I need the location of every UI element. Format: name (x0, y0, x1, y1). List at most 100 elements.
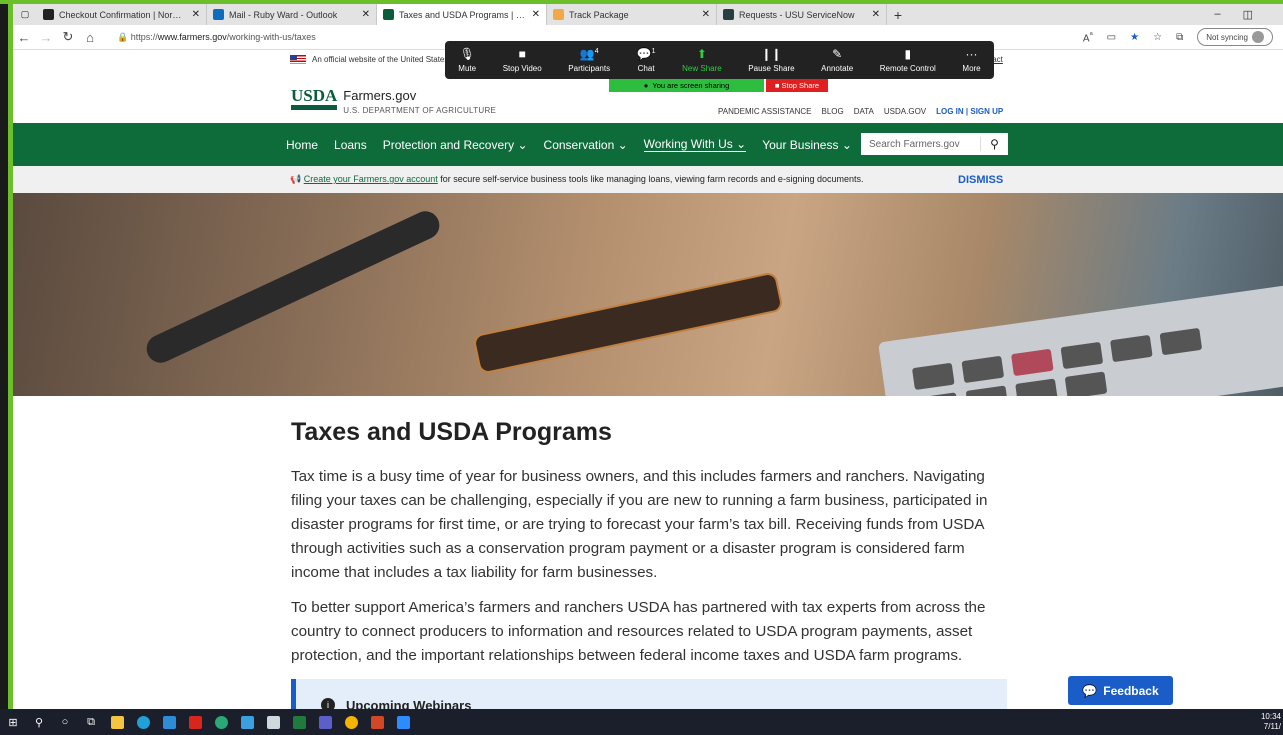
main-nav-items: Home Loans Protection and Recovery ⌄ Conser… (286, 123, 852, 166)
zoom-participants-button[interactable]: 👥4 Participants (568, 47, 610, 73)
zoom-meeting-toolbar: 🎙 Mute ■ Stop Video 👥4 Participants 💬1 Chat ⬆ New… (445, 41, 994, 79)
tab-list: Checkout Confirmation | Nordstr ✕ Mail - R… (37, 4, 887, 25)
close-tab-icon[interactable]: ✕ (702, 9, 710, 20)
collections-icon[interactable]: ⧉ (1176, 32, 1183, 43)
zoom-more-button[interactable]: ··· More (962, 47, 980, 73)
calc-key (1015, 378, 1058, 396)
read-aloud-icon[interactable]: Aᵃ (1083, 29, 1093, 44)
browser-tab[interactable]: Mail - Ruby Ward - Outlook ✕ (207, 4, 377, 25)
edge-icon[interactable] (130, 709, 156, 735)
zoom-badge: 1 (651, 48, 656, 55)
taskbar-clock[interactable]: 10:34 7/11/ (1261, 712, 1283, 732)
nav-item-protection-and-recovery[interactable]: Protection and Recovery ⌄ (383, 138, 528, 152)
excel-icon[interactable] (286, 709, 312, 735)
refresh-icon[interactable]: ↻ (57, 29, 79, 45)
stop-share-label: Stop Share (781, 81, 820, 90)
site-search: Search Farmers.gov ⚲ (861, 133, 1008, 155)
browser-tab[interactable]: Track Package ✕ (547, 4, 717, 25)
nav-item-loans[interactable]: Loans (334, 138, 367, 152)
feedback-label: Feedback (1103, 683, 1159, 698)
close-tab-icon[interactable]: ✕ (872, 9, 880, 20)
sync-button[interactable]: Not syncing (1197, 28, 1273, 46)
dismiss-button[interactable]: DISMISS (958, 174, 1003, 186)
feedback-button[interactable]: 💬 Feedback (1068, 676, 1173, 705)
task-view-icon[interactable]: ⧉ (78, 709, 104, 735)
amazon-icon (553, 9, 564, 20)
mail-icon[interactable] (156, 709, 182, 735)
new-tab-icon[interactable]: + (887, 7, 909, 23)
close-tab-icon[interactable]: ✕ (362, 9, 370, 20)
nav-item-home[interactable]: Home (286, 138, 318, 152)
pause-icon: ❙❙ (761, 47, 781, 62)
store-icon[interactable] (234, 709, 260, 735)
zoom-app-icon[interactable] (390, 709, 416, 735)
calc-key (1064, 371, 1108, 396)
search-icon[interactable]: ⚲ (980, 137, 1008, 151)
paragraph-line: disaster programs for first time, or are… (291, 516, 985, 533)
create-account-link[interactable]: Create your Farmers.gov account (304, 174, 438, 184)
forward-icon[interactable]: → (35, 30, 57, 45)
document-app-icon[interactable] (260, 709, 286, 735)
close-tab-icon[interactable]: ✕ (532, 9, 540, 20)
utility-link[interactable]: USDA.GOV (884, 107, 926, 116)
nav-label: Loans (334, 137, 367, 152)
search-input[interactable]: Search Farmers.gov (861, 139, 980, 150)
utility-link[interactable]: PANDEMIC ASSISTANCE (718, 107, 812, 116)
url-prefix: https:// (130, 31, 158, 42)
home-icon[interactable]: ⌂ (79, 30, 101, 45)
site-logo[interactable]: USDA Farmers.gov U.S. DEPARTMENT OF AGRIC… (291, 87, 496, 118)
favorites-icon[interactable]: ☆ (1153, 32, 1162, 43)
usda-icon (383, 9, 394, 20)
powerpoint-icon[interactable] (364, 709, 390, 735)
calc-key (965, 385, 1009, 396)
share-screen-icon: ⬆ (697, 47, 707, 62)
chrome-icon[interactable] (338, 709, 364, 735)
nav-item-working-with-us[interactable]: Working With Us ⌄ (643, 137, 747, 152)
nav-item-conservation[interactable]: Conservation ⌄ (544, 138, 628, 152)
stop-share-button[interactable]: ■ Stop Share (766, 79, 828, 92)
globe-app-icon[interactable] (208, 709, 234, 735)
paragraph-line: To better support America’s farmers and … (291, 599, 986, 616)
zoom-mute-button[interactable]: 🎙 Mute (458, 47, 476, 73)
teams-icon[interactable] (312, 709, 338, 735)
favorite-star-icon[interactable]: ★ (1130, 32, 1139, 43)
immersive-reader-icon[interactable]: ▭ (1107, 32, 1116, 43)
taskbar-search-icon[interactable]: ⚲ (26, 709, 52, 735)
nordstrom-icon (43, 9, 54, 20)
account-notice: 📢 Create your Farmers.gov account for se… (13, 166, 1283, 193)
start-icon[interactable]: ⊞ (0, 709, 26, 735)
zoom-label: Mute (458, 64, 477, 73)
tab-actions-icon[interactable]: ▢ (13, 4, 37, 25)
pen-icon: ✎ (832, 47, 842, 62)
acrobat-icon[interactable] (182, 709, 208, 735)
close-tab-icon[interactable]: ✕ (192, 9, 200, 20)
back-icon[interactable]: ← (13, 30, 35, 45)
minimize-icon[interactable]: – (1214, 8, 1220, 21)
nav-item-your-business[interactable]: Your Business ⌄ (762, 138, 852, 152)
login-signup-link[interactable]: LOG IN | SIGN UP (936, 107, 1003, 116)
cortana-icon[interactable]: ○ (52, 709, 78, 735)
notice-body: for secure self-service business tools l… (437, 174, 864, 184)
zoom-chat-button[interactable]: 💬1 Chat (637, 47, 656, 73)
utility-link[interactable]: BLOG (822, 107, 844, 116)
browser-tab[interactable]: Requests - USU ServiceNow ✕ (717, 4, 887, 25)
webinars-callout: i Upcoming Webinars (291, 679, 1007, 713)
zoom-new-share-button[interactable]: ⬆ New Share (682, 47, 722, 73)
page-title: Taxes and USDA Programs (291, 418, 612, 446)
utility-link[interactable]: DATA (854, 107, 874, 116)
speech-bubble-icon: 💬 (1082, 683, 1098, 698)
zoom-pause-share-button[interactable]: ❙❙ Pause Share (748, 47, 794, 73)
file-explorer-icon[interactable] (104, 709, 130, 735)
zoom-remote-control-button[interactable]: ▮ Remote Control (880, 47, 936, 73)
url-field[interactable]: 🔒 https://www.farmers.gov/working-with-u… (117, 32, 316, 43)
mouse-icon: ▮ (904, 47, 911, 62)
brand-title: Farmers.gov (343, 88, 417, 103)
zoom-stop-video-button[interactable]: ■ Stop Video (503, 47, 542, 73)
restore-icon[interactable]: ◫ (1243, 8, 1253, 21)
zoom-annotate-button[interactable]: ✎ Annotate (821, 47, 853, 73)
official-banner: An official website of the United States (290, 55, 448, 64)
us-flag-icon (290, 55, 306, 64)
zoom-glyph: 🎙 (459, 47, 475, 61)
browser-tab[interactable]: Taxes and USDA Programs | Farm ✕ (377, 4, 547, 25)
browser-tab[interactable]: Checkout Confirmation | Nordstr ✕ (37, 4, 207, 25)
